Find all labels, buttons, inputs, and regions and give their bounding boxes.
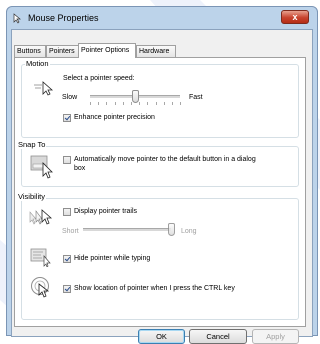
tab-buttons[interactable]: Buttons — [14, 45, 46, 57]
pointer-trails-checkbox[interactable] — [63, 208, 71, 216]
motion-group-label: Motion — [25, 59, 50, 68]
close-button[interactable]: x — [281, 10, 309, 24]
show-location-icon — [31, 277, 50, 298]
pointer-options-panel: Motion Select a pointer speed: Slow Fast — [14, 57, 306, 327]
slider-tick — [147, 102, 148, 105]
tab-label: Buttons — [17, 48, 41, 55]
cancel-button-label: Cancel — [206, 332, 230, 341]
snap-to-icon — [30, 155, 53, 179]
slider-tick — [98, 102, 99, 105]
tab-pointer-options[interactable]: Pointer Options — [78, 43, 136, 58]
pointer-speed-thumb[interactable] — [132, 90, 139, 103]
apply-button-label: Apply — [266, 332, 285, 341]
hide-pointer-checkbox[interactable] — [63, 255, 71, 263]
dialog-body: Buttons Pointers Pointer Options Hardwar… — [11, 29, 313, 344]
hide-pointer-icon — [30, 248, 51, 267]
snap-to-group — [21, 146, 299, 187]
slider-tick — [131, 102, 132, 105]
pointer-trails-label: Display pointer trails — [74, 208, 138, 215]
apply-button[interactable]: Apply — [252, 329, 299, 344]
long-label: Long — [181, 228, 197, 235]
ok-button[interactable]: OK — [138, 329, 185, 344]
enhance-precision-checkbox[interactable] — [63, 114, 71, 122]
snap-to-default-label: Automatically move pointer to the defaul… — [74, 156, 256, 163]
hide-pointer-label: Hide pointer while typing — [74, 255, 151, 262]
tab-pointers[interactable]: Pointers — [46, 45, 79, 57]
pointer-speed-label: Select a pointer speed: — [63, 75, 135, 82]
tab-label: Pointer Options — [81, 47, 130, 54]
tab-label: Hardware — [139, 48, 170, 55]
title-bar[interactable]: Mouse Properties x — [7, 7, 317, 29]
snap-to-group-label: Snap To — [17, 140, 47, 149]
slider-tick — [123, 102, 124, 105]
tab-label: Pointers — [49, 48, 75, 55]
slider-track — [83, 228, 171, 231]
slider-tick — [90, 102, 91, 105]
visibility-group-label: Visibility — [17, 192, 46, 201]
slow-label: Slow — [62, 94, 78, 101]
show-location-checkbox[interactable] — [63, 285, 71, 293]
short-label: Short — [62, 228, 79, 235]
window-title: Mouse Properties — [28, 13, 99, 23]
fast-label: Fast — [189, 94, 203, 101]
close-icon: x — [292, 12, 298, 22]
enhance-precision-label: Enhance pointer precision — [74, 114, 155, 121]
slider-tick — [164, 102, 165, 105]
slider-tick — [139, 102, 140, 105]
slider-tick — [106, 102, 107, 105]
tab-hardware[interactable]: Hardware — [136, 45, 176, 57]
show-location-label: Show location of pointer when I press th… — [74, 285, 235, 292]
ok-button-label: OK — [156, 332, 167, 341]
slider-tick — [180, 102, 181, 105]
pointer-speed-icon — [34, 81, 54, 96]
mouse-properties-window: Mouse Properties x Buttons Pointers Poin… — [6, 6, 318, 344]
pointer-trails-thumb[interactable] — [168, 223, 175, 236]
cancel-button[interactable]: Cancel — [189, 329, 247, 344]
slider-tick — [172, 102, 173, 105]
mouse-properties-icon — [13, 13, 21, 24]
snap-to-default-checkbox[interactable] — [63, 156, 71, 164]
slider-tick — [115, 102, 116, 105]
pointer-trails-icon — [29, 209, 53, 225]
snap-to-default-label-continued: box — [74, 165, 86, 172]
slider-tick — [156, 102, 157, 105]
